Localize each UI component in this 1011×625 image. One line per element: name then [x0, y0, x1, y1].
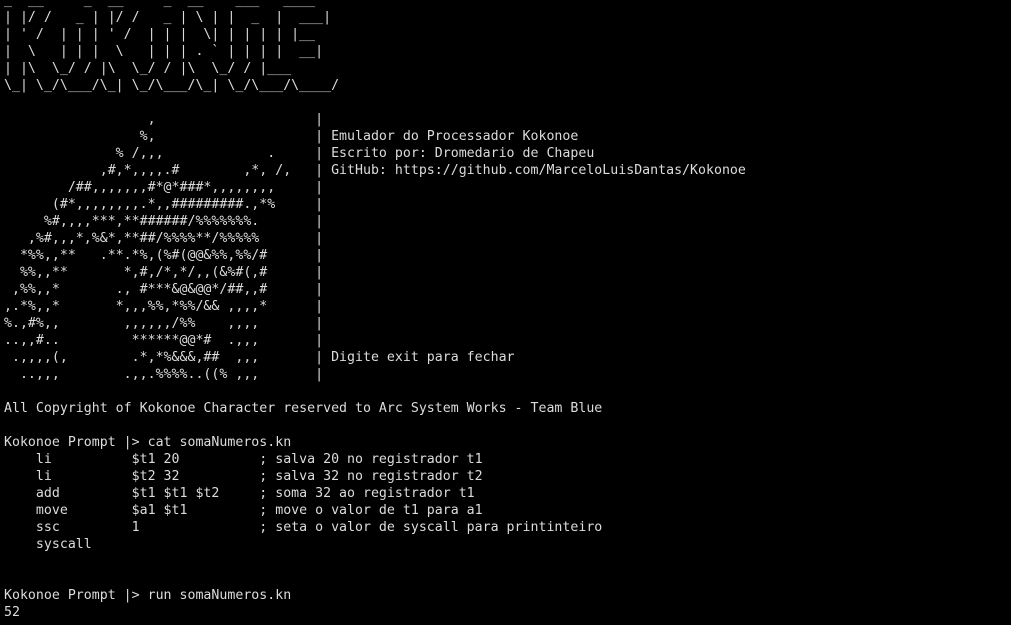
code-line: li $t1 20 ; salva 20 no registrador t1 — [4, 452, 483, 467]
ascii-logo-line-6: \_| \_/\___/\_| \_/\___/\_| \_/\___/\___… — [4, 78, 348, 93]
ascii-logo-line-2: | |/ / _ | |/ / _ | \ | | _ | ___| — [4, 10, 332, 25]
ascii-art-line: %#,,,,***,**######/%%%%%%%. | — [4, 214, 324, 229]
prompt-command-cat: Kokonoe Prompt |> cat somaNumeros.kn — [4, 435, 292, 450]
program-output: 52 — [4, 605, 20, 620]
ascii-art-line: (#*,,,,,,,,.*,,#########.,*% | — [4, 197, 324, 212]
code-line: syscall — [4, 537, 92, 552]
copyright-line: All Copyright of Kokonoe Character reser… — [4, 401, 603, 416]
ascii-art-line: ,%%,,* ., #***&@&@@*/##,,# | — [4, 282, 324, 297]
ascii-art-line: /##,,,,,,,#*@*###*,,,,,,,, | — [4, 180, 324, 195]
ascii-logo-line-3: | ' / | | | ' / | | | \| | | | | |__ — [4, 27, 332, 42]
code-line: add $t1 $t1 $t2 ; soma 32 ao registrador… — [4, 486, 475, 501]
ascii-art-line: ..,,#.. ******@@*# .,,, | — [4, 333, 324, 348]
ascii-art-line: %.,#%,, ,,,,,,/%% ,,,, | — [4, 316, 324, 331]
code-line: move $a1 $t1 ; move o valor de t1 para a… — [4, 503, 483, 518]
code-line: ssc 1 ; seta o valor de syscall para pri… — [4, 520, 603, 535]
ascii-art-line-emulator-title: %, | Emulador do Processador Kokonoe — [4, 129, 579, 144]
ascii-art-line-github: ,#,*,,,,.# ,*, /, | GitHub: https://gith… — [4, 163, 746, 178]
ascii-art-line: %%,,** *,#,/*,*/,,(&%#(,# | — [4, 265, 324, 280]
ascii-logo-line-1: _ __ _ __ _ __ ___ ____ — [4, 0, 332, 8]
ascii-art-line: ,%#,,,*,%&*,**##/%%%%**/%%%%% | — [4, 231, 324, 246]
ascii-art-line-exit-hint: .,,,,(, .*,*%&&&,## ,,, | Digite exit pa… — [4, 350, 515, 365]
ascii-art-line: ..,,, .,,.%%%%..((% ,,, | — [4, 367, 324, 382]
ascii-logo-line-5: | |\ \_/ / |\ \_/ / |\ \_/ / |___ — [4, 61, 300, 76]
ascii-logo-line-4: | \ | | | \ | | | . ` | | | | __| — [4, 44, 332, 59]
terminal-window[interactable]: _ __ _ __ _ __ ___ ____ | |/ / _ | |/ / … — [4, 0, 1009, 625]
ascii-art-line: , | — [4, 112, 324, 127]
ascii-art-line: ,.*%,,* *,,,%%,*%%/&& ,,,,* | — [4, 299, 324, 314]
ascii-art-line: *%%,,** .**.*%,(%#(@@&%%,%%/# | — [4, 248, 324, 263]
code-line: li $t2 32 ; salva 32 no registrador t2 — [4, 469, 483, 484]
prompt-command-run: Kokonoe Prompt |> run somaNumeros.kn — [4, 588, 292, 603]
ascii-art-line-author: % /,,, . | Escrito por: Dromedario de Ch… — [4, 146, 595, 161]
